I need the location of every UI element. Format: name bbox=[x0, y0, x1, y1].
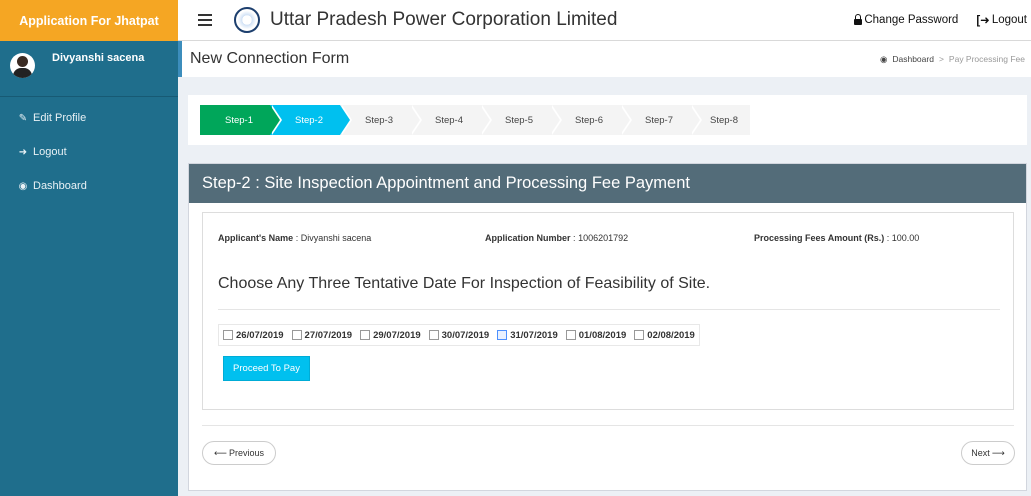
wizard-steps-box: Step-1 Step-2 Step-3 Step-4 Step-5 Step-… bbox=[188, 95, 1027, 145]
sidebar-item-edit-profile[interactable]: ✎ Edit Profile bbox=[0, 101, 178, 135]
dashboard-icon: ◉ bbox=[879, 53, 888, 64]
breadcrumb-separator: > bbox=[938, 54, 944, 64]
content-header: New Connection Form ◉ Dashboard > Pay Pr… bbox=[178, 41, 1031, 77]
wizard-steps: Step-1 Step-2 Step-3 Step-4 Step-5 Step-… bbox=[200, 105, 750, 135]
sidebar-item-label: Edit Profile bbox=[33, 112, 87, 124]
panel-heading: Step-2 : Site Inspection Appointment and… bbox=[189, 164, 1026, 203]
date-option[interactable]: 26/07/2019 bbox=[219, 330, 288, 341]
date-label: 31/07/2019 bbox=[510, 329, 558, 341]
divider bbox=[218, 309, 1000, 310]
date-option[interactable]: 30/07/2019 bbox=[425, 330, 494, 341]
checkbox[interactable] bbox=[360, 330, 371, 340]
next-label: Next bbox=[971, 448, 990, 458]
checkbox[interactable] bbox=[497, 330, 508, 340]
applicant-name-value: Divyanshi sacena bbox=[300, 233, 372, 243]
choose-dates-heading: Choose Any Three Tentative Date For Insp… bbox=[218, 275, 711, 292]
applicant-name-label: Applicant's Name bbox=[218, 233, 294, 243]
date-option[interactable]: 31/07/2019 bbox=[493, 330, 562, 341]
application-number-field: Application Number : 1006201792 bbox=[485, 233, 754, 243]
separator: : bbox=[295, 233, 299, 243]
sidebar: Divyanshi sacena ✎ Edit Profile ➜ Logout… bbox=[0, 41, 178, 496]
uppcl-logo bbox=[234, 7, 260, 33]
user-panel: Divyanshi sacena bbox=[0, 41, 178, 97]
lock-icon bbox=[854, 13, 863, 25]
date-option[interactable]: 27/07/2019 bbox=[288, 330, 357, 341]
step-1[interactable]: Step-1 bbox=[200, 105, 282, 135]
arrow-left-icon: ⟵ bbox=[214, 447, 227, 458]
next-button[interactable]: Next ⟶ bbox=[961, 441, 1015, 465]
separator: : bbox=[573, 233, 576, 243]
sidebar-item-label: Logout bbox=[33, 146, 67, 158]
org-title: Uttar Pradesh Power Corporation Limited bbox=[270, 9, 618, 30]
application-number-value: 1006201792 bbox=[578, 233, 629, 243]
dashboard-icon: ◉ bbox=[18, 180, 28, 192]
change-password-label: Change Password bbox=[864, 14, 959, 26]
logout-label: Logout bbox=[991, 14, 1027, 26]
side-nav: ✎ Edit Profile ➜ Logout ◉ Dashboard bbox=[0, 101, 178, 203]
logout-icon: ➜ bbox=[18, 146, 28, 158]
checkbox[interactable] bbox=[291, 330, 302, 340]
date-option[interactable]: 02/08/2019 bbox=[630, 330, 699, 341]
checkbox[interactable] bbox=[634, 330, 645, 340]
previous-button[interactable]: ⟵ Previous bbox=[202, 441, 276, 465]
divider bbox=[202, 425, 1014, 426]
logout-link[interactable]: [➜ Logout bbox=[976, 13, 1027, 27]
applicant-info: Applicant's Name : Divyanshi sacena Appl… bbox=[218, 233, 1008, 243]
separator: : bbox=[886, 233, 890, 243]
checkbox[interactable] bbox=[223, 330, 233, 340]
top-navbar: Uttar Pradesh Power Corporation Limited … bbox=[178, 0, 1031, 41]
step-panel: Step-2 : Site Inspection Appointment and… bbox=[188, 163, 1027, 491]
application-number-label: Application Number bbox=[485, 233, 571, 243]
sign-out-icon: [➜ bbox=[976, 15, 990, 27]
date-label: 01/08/2019 bbox=[578, 329, 627, 341]
page-title: New Connection Form bbox=[190, 50, 350, 67]
date-label: 02/08/2019 bbox=[647, 329, 695, 341]
date-option[interactable]: 01/08/2019 bbox=[562, 330, 631, 341]
breadcrumb-home[interactable]: Dashboard bbox=[892, 54, 934, 64]
change-password-link[interactable]: Change Password bbox=[854, 13, 959, 26]
sidebar-item-logout[interactable]: ➜ Logout bbox=[0, 135, 178, 169]
breadcrumb: ◉ Dashboard > Pay Processing Fee bbox=[880, 54, 1025, 65]
processing-fee-value: 100.00 bbox=[891, 233, 920, 243]
date-label: 29/07/2019 bbox=[373, 329, 421, 341]
sidebar-item-label: Dashboard bbox=[33, 180, 87, 192]
date-option[interactable]: 29/07/2019 bbox=[356, 330, 425, 341]
inspection-form: Applicant's Name : Divyanshi sacena Appl… bbox=[202, 212, 1014, 410]
processing-fee-field: Processing Fees Amount (Rs.) : 100.00 bbox=[754, 233, 919, 243]
edit-icon: ✎ bbox=[18, 112, 28, 124]
date-label: 30/07/2019 bbox=[441, 329, 490, 341]
breadcrumb-current: Pay Processing Fee bbox=[948, 54, 1025, 64]
avatar bbox=[10, 53, 35, 78]
previous-label: Previous bbox=[228, 448, 264, 458]
date-options: 26/07/2019 27/07/2019 29/07/2019 30/07/2… bbox=[218, 324, 700, 346]
user-name: Divyanshi sacena bbox=[52, 52, 145, 64]
processing-fee-label: Processing Fees Amount (Rs.) bbox=[754, 233, 885, 243]
date-label: 27/07/2019 bbox=[304, 329, 353, 341]
sidebar-item-dashboard[interactable]: ◉ Dashboard bbox=[0, 169, 178, 203]
menu-toggle-icon[interactable] bbox=[198, 14, 212, 26]
proceed-to-pay-button[interactable]: Proceed To Pay bbox=[223, 356, 310, 381]
app-brand[interactable]: Application For Jhatpat bbox=[0, 0, 178, 41]
arrow-right-icon: ⟶ bbox=[991, 447, 1005, 458]
checkbox[interactable] bbox=[565, 330, 576, 340]
date-label: 26/07/2019 bbox=[236, 329, 284, 341]
checkbox[interactable] bbox=[428, 330, 439, 340]
applicant-name-field: Applicant's Name : Divyanshi sacena bbox=[218, 233, 485, 243]
